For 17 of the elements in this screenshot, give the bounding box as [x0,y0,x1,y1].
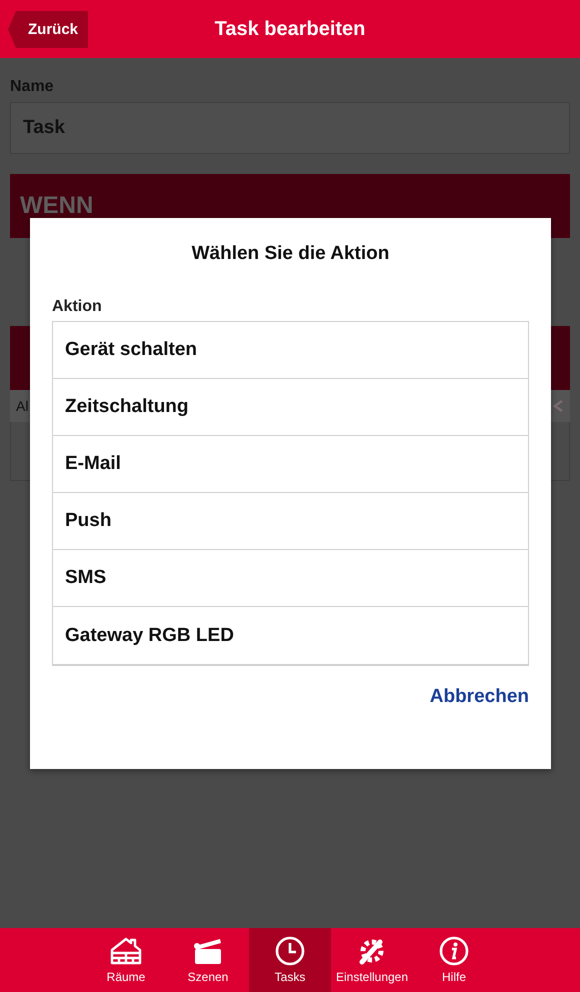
cancel-button[interactable]: Abbrechen [430,686,529,708]
house-icon [109,936,143,966]
section-title: WENN [20,192,94,220]
clock-icon [275,936,305,966]
nav-tab[interactable]: Tasks [249,928,331,992]
nav-tab[interactable]: Einstellungen [331,928,413,992]
page-title: Task bearbeiten [214,18,366,40]
nav-tab[interactable]: Räume [85,928,167,992]
field-label: Aktion [52,298,102,316]
nav-tab[interactable]: Szenen [167,928,249,992]
row-text: Al [16,398,28,414]
info-icon [439,936,469,966]
chevron-icon [552,399,564,413]
field-label: Name [10,78,54,96]
back-button[interactable]: Zurück [8,11,88,48]
dialog-title: Wählen Sie die Aktion [192,243,390,265]
nav-tab[interactable]: Hilfe [413,928,495,992]
